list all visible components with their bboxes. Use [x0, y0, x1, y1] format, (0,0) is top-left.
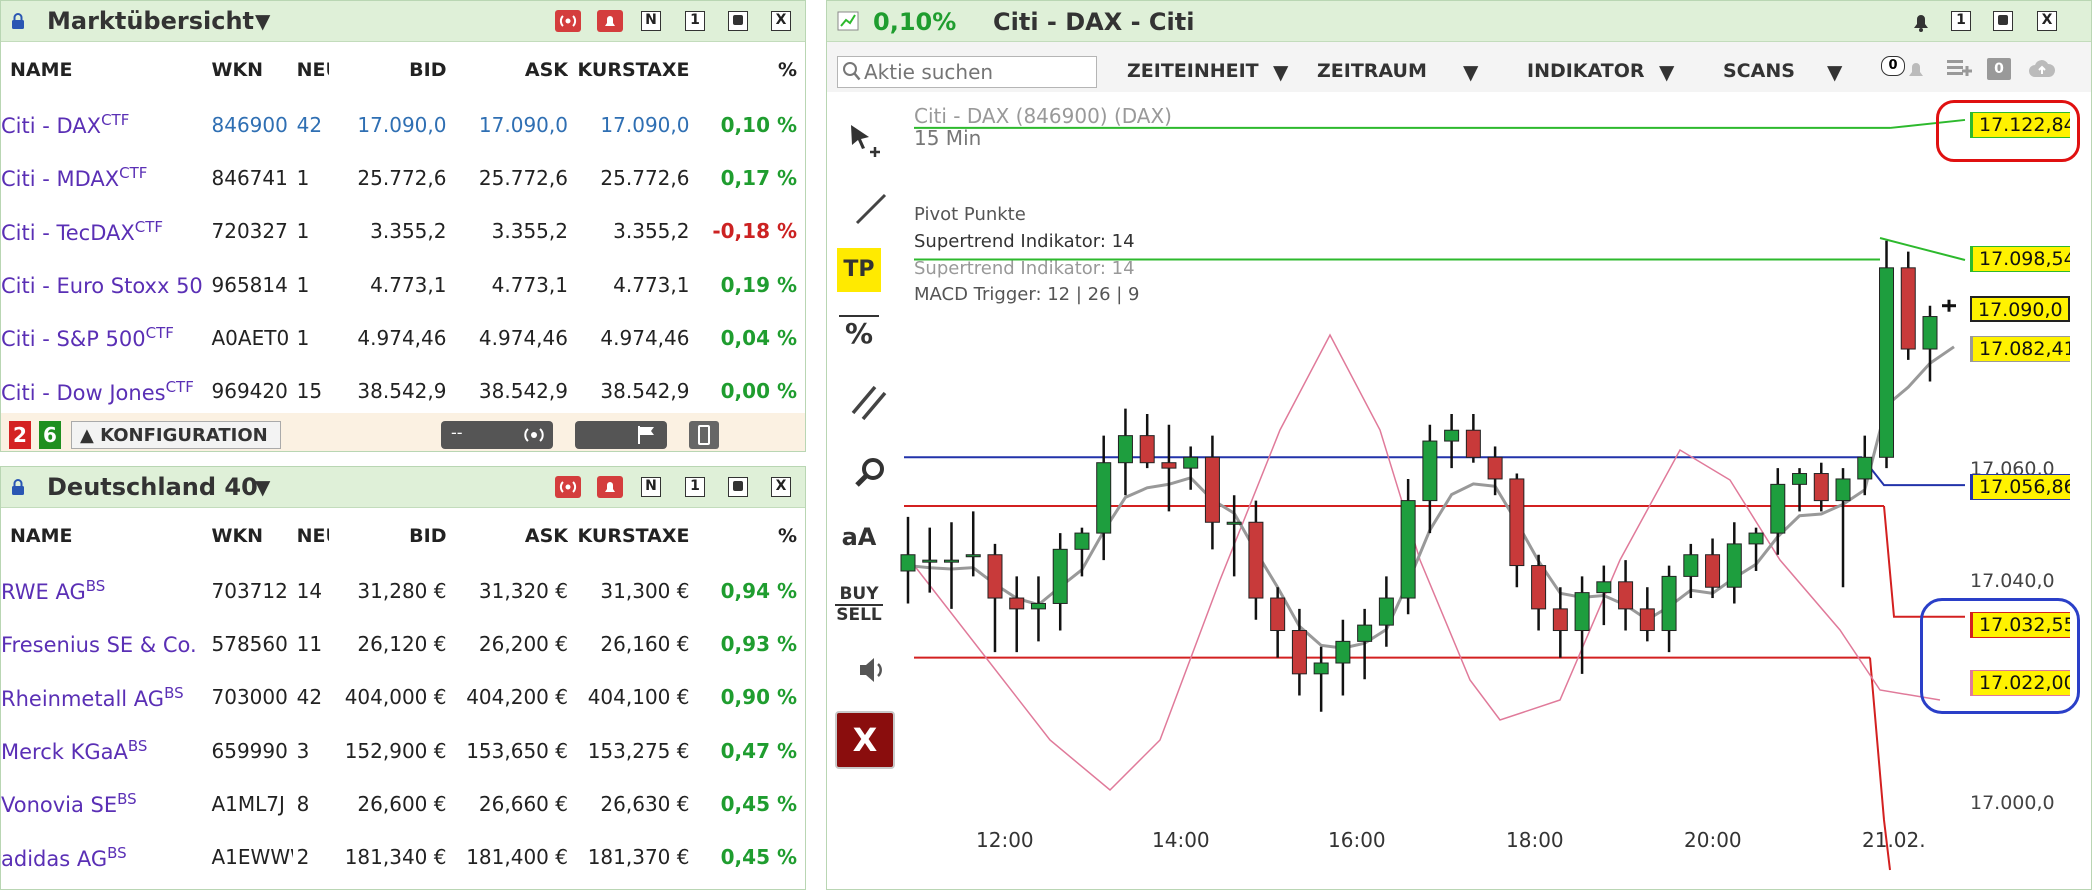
candle-down	[1291, 630, 1307, 675]
indicator-macd[interactable]: MACD Trigger: 12 | 26 | 9	[914, 284, 1140, 305]
pivot-line-end	[1861, 456, 1965, 487]
candle-down	[1509, 478, 1525, 567]
candle-up	[1335, 640, 1351, 664]
candle-up	[965, 554, 981, 558]
candle-up	[922, 559, 938, 563]
candle-down	[1531, 565, 1547, 610]
candle-up	[1226, 521, 1242, 525]
candle-up	[1444, 429, 1460, 442]
candle-down	[1161, 462, 1177, 469]
candle-down	[1639, 608, 1655, 632]
price-level-label: 17.098,54	[1970, 246, 2070, 272]
candle-up	[1770, 483, 1786, 534]
candle-up	[1574, 592, 1590, 632]
candle-down	[1552, 608, 1568, 632]
candle-up	[1683, 554, 1699, 577]
x-tick-label: 20:00	[1684, 828, 1742, 852]
price-level-label: 17.082,41	[1970, 336, 2070, 362]
candle-down	[1813, 473, 1829, 502]
candle-down	[1139, 435, 1155, 464]
candle-up	[1378, 597, 1394, 626]
x-tick-label: 21.02.	[1862, 828, 1926, 852]
candle-up	[1183, 456, 1199, 469]
candle-down	[1009, 597, 1025, 610]
x-tick-label: 12:00	[976, 828, 1034, 852]
candle-up	[1922, 316, 1938, 350]
candle-up	[1052, 548, 1068, 604]
candle-up	[943, 559, 959, 563]
highlight-ring-blue	[1920, 598, 2080, 714]
candle-down	[1487, 456, 1503, 480]
candle-up	[1074, 532, 1090, 550]
candle-up	[1117, 435, 1133, 464]
price-level-label: 17.090,0	[1970, 296, 2070, 322]
y-tick-label: 17.000,0	[1970, 792, 2055, 814]
instrument-label: Citi - DAX (846900) (DAX)	[914, 104, 1172, 128]
candle-up	[1596, 581, 1612, 594]
candle-down	[1248, 521, 1264, 599]
candle-up	[1313, 662, 1329, 675]
candle-down	[1204, 456, 1220, 523]
indicator-supertrend-2[interactable]: Supertrend Indikator: 14	[914, 258, 1135, 279]
interval-label: 15 Min	[914, 126, 982, 150]
candle-up	[900, 554, 916, 572]
candle-up	[1857, 456, 1873, 480]
indicator-supertrend-1[interactable]: Supertrend Indikator: 14	[914, 231, 1135, 252]
candle-down	[1270, 597, 1286, 632]
candle-down	[1465, 429, 1481, 458]
y-tick-label: 17.040,0	[1970, 570, 2055, 592]
candle-up	[1661, 575, 1677, 632]
candle-down	[1618, 581, 1634, 610]
candle-up	[1030, 602, 1046, 610]
candle-up	[1792, 473, 1808, 485]
highlight-ring-red	[1936, 100, 2080, 162]
candle-up	[1357, 624, 1373, 642]
candle-up	[1835, 478, 1851, 502]
price-level-label: 17.056,86	[1970, 474, 2070, 500]
x-tick-label: 16:00	[1328, 828, 1386, 852]
candle-up	[1422, 440, 1438, 502]
candle-down	[987, 554, 1003, 599]
pivot-r1-end	[1879, 237, 1966, 261]
candle-up	[1879, 267, 1895, 458]
price-chart[interactable]	[0, 0, 2092, 890]
x-tick-label: 14:00	[1152, 828, 1210, 852]
indicator-pivot[interactable]: Pivot Punkte	[914, 204, 1026, 225]
candle-up	[1726, 543, 1742, 588]
x-tick-label: 18:00	[1506, 828, 1564, 852]
candle-up	[1748, 532, 1764, 545]
candle-up	[1400, 500, 1416, 599]
candle-down	[1705, 554, 1721, 588]
candle-up	[1096, 462, 1112, 534]
candle-down	[1900, 267, 1916, 350]
